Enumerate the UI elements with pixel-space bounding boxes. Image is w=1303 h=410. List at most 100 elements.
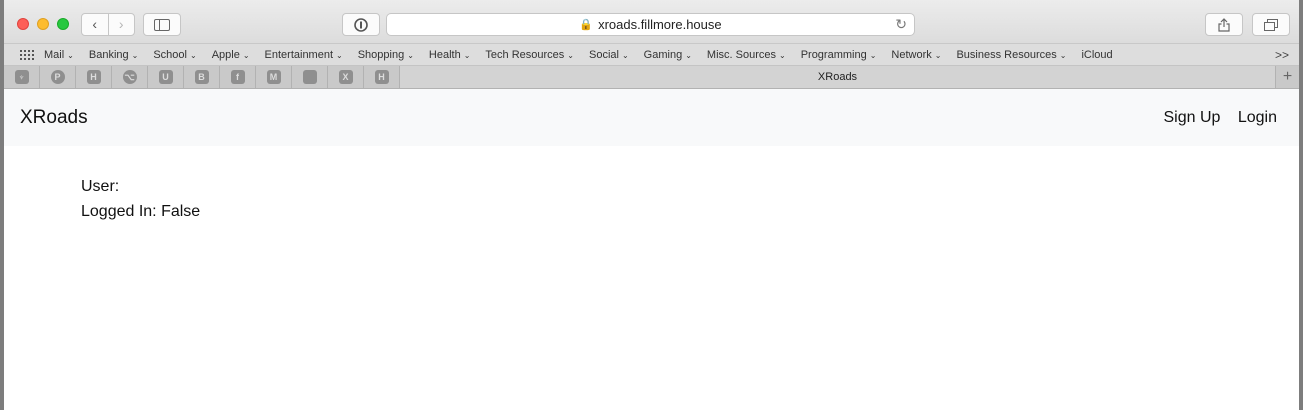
h-icon: H (374, 70, 389, 84)
back-icon[interactable]: ‹ (82, 14, 109, 35)
bookmark-label: Misc. Sources (706, 48, 776, 61)
site-brand[interactable]: XRoads (20, 107, 88, 129)
tabs-overview-icon (1264, 18, 1278, 31)
plus-icon: + (1282, 68, 1293, 85)
bookmark-folder-shopping[interactable]: Shopping ⌄ (358, 49, 414, 61)
pinned-tab[interactable]: ♆ (4, 66, 40, 88)
pinned-tab[interactable]: f (220, 66, 256, 88)
chevron-down-icon: ⌄ (1059, 50, 1067, 60)
pinned-tab[interactable]: P (40, 66, 76, 88)
pinned-tab[interactable]: ⌥ (112, 66, 148, 88)
chevron-down-icon: ⌄ (242, 50, 250, 60)
chevron-down-icon: ⌄ (934, 50, 942, 60)
bookmark-label: Tech Resources (485, 48, 565, 61)
bookmark-label: Health (428, 48, 461, 61)
chevron-down-icon: ⌄ (567, 50, 574, 60)
bookmark-label: Gaming (643, 48, 683, 61)
bookmark-folders: Mail ⌄ Banking ⌄ School ⌄ Apple ⌄ Entertainment ⌄… (44, 49, 1081, 61)
chevron-down-icon: ⌄ (131, 50, 139, 60)
tab-bar: ♆ P H ⌥ U Bf M X H XRoads + (4, 66, 1299, 89)
bookmark-folder-health[interactable]: Health ⌄ (429, 49, 471, 61)
tree-icon: ♆ (14, 70, 29, 84)
m-icon: M (266, 70, 281, 84)
pinned-tab[interactable]: U (148, 66, 184, 88)
zoom-window-button[interactable] (57, 18, 69, 30)
sidebar-toggle-button[interactable] (143, 13, 181, 36)
bookmark-folder-business-resources[interactable]: Business Resources ⌄ (956, 49, 1066, 61)
pinned-tab[interactable]: B (184, 66, 220, 88)
pinned-tab[interactable]: H (76, 66, 112, 88)
bookmark-folder-school[interactable]: School ⌄ (153, 49, 196, 61)
bookmark-label: Apple (211, 48, 240, 61)
pinterest-icon: P (50, 70, 65, 84)
lock-icon: 🔒 (579, 19, 594, 31)
sidebar-icon (154, 18, 170, 31)
user-label: User: (81, 178, 120, 195)
github-icon: ⌥ (122, 70, 137, 84)
new-tab-button[interactable]: + (1275, 66, 1299, 88)
u-icon: U (158, 70, 173, 84)
bookmark-label: Mail (44, 48, 65, 61)
chevron-down-icon: ⌄ (778, 50, 786, 60)
bookmark-label: Social (589, 48, 619, 61)
x-icon: X (338, 70, 353, 84)
nav-links: Sign Up Login (1150, 109, 1277, 127)
bookmarks-overflow-button[interactable]: >> (1275, 48, 1289, 62)
b-icon: B (194, 70, 209, 84)
bookmark-label: Programming (800, 48, 867, 61)
bookmark-folder-apple[interactable]: Apple ⌄ (212, 49, 250, 61)
bookmark-label: Entertainment (264, 48, 334, 61)
bookmark-folder-gaming[interactable]: Gaming ⌄ (644, 49, 692, 61)
forward-icon[interactable]: › (109, 14, 135, 35)
pinned-tab[interactable]: H (364, 66, 400, 88)
apps-grid-icon[interactable] (20, 49, 34, 60)
bookmark-folder-social[interactable]: Social ⌄ (589, 49, 629, 61)
bookmark-label: School (153, 48, 187, 61)
reload-icon[interactable]: ↻ (895, 16, 907, 33)
bookmark-label: Business Resources (956, 48, 1057, 61)
chevron-down-icon: ⌄ (67, 50, 74, 60)
tab-xroads[interactable]: XRoads (400, 66, 1275, 88)
close-window-button[interactable] (17, 18, 29, 30)
history-nav: ‹ › (81, 13, 135, 36)
title-bar: ‹ › 🔒 xroads.fillmore.house ↻ (4, 0, 1299, 44)
bookmark-label: Network (891, 48, 932, 61)
bookmark-folder-banking[interactable]: Banking ⌄ (89, 49, 138, 61)
minimize-window-button[interactable] (37, 18, 49, 30)
pinned-tabs: ♆ P H ⌥ U Bf M X H (4, 66, 400, 88)
pinned-tab[interactable]: X (328, 66, 364, 88)
bookmark-folder-mail[interactable]: Mail ⌄ (44, 49, 74, 61)
chevron-down-icon: ⌄ (336, 50, 343, 60)
bookmark-label: Shopping (357, 48, 405, 61)
password-icon (354, 17, 368, 32)
bookmark-folder-tech-resources[interactable]: Tech Resources ⌄ (485, 49, 574, 61)
bookmark-folder-network[interactable]: Network ⌄ (891, 49, 941, 61)
password-manager-button[interactable] (342, 13, 380, 36)
pinned-tab[interactable]: M (256, 66, 292, 88)
main-content: User: Logged In: False (4, 146, 1299, 224)
share-icon (1218, 17, 1230, 32)
show-tabs-button[interactable] (1252, 13, 1290, 36)
bookmark-folder-entertainment[interactable]: Entertainment ⌄ (265, 49, 343, 61)
site-navbar: XRoads Sign Up Login (4, 89, 1299, 146)
apple-icon (302, 70, 317, 84)
bookmark-label: Banking (88, 48, 129, 61)
chevron-down-icon: ⌄ (621, 50, 629, 60)
bookmark-icloud[interactable]: iCloud (1081, 49, 1112, 61)
pinned-tab[interactable] (292, 66, 328, 88)
signup-link[interactable]: Sign Up (1163, 109, 1220, 126)
hippo-icon: H (86, 70, 101, 84)
bookmarks-bar: Mail ⌄ Banking ⌄ School ⌄ Apple ⌄ Entertainment ⌄… (4, 44, 1299, 66)
chevron-down-icon: ⌄ (407, 50, 414, 60)
facebook-icon: f (230, 70, 245, 84)
address-bar[interactable]: 🔒 xroads.fillmore.house ↻ (386, 13, 915, 36)
bookmark-folder-misc-sources[interactable]: Misc. Sources ⌄ (707, 49, 786, 61)
share-button[interactable] (1205, 13, 1243, 36)
tab-title: XRoads (817, 71, 858, 83)
browser-window: ‹ › 🔒 xroads.fillmore.house ↻ Mail ⌄ Banki… (4, 0, 1299, 410)
url-text: xroads.fillmore.house (598, 17, 722, 32)
chevron-down-icon: ⌄ (685, 50, 692, 60)
chevron-down-icon: ⌄ (463, 50, 471, 60)
bookmark-folder-programming[interactable]: Programming ⌄ (801, 49, 877, 61)
login-link[interactable]: Login (1238, 109, 1277, 126)
